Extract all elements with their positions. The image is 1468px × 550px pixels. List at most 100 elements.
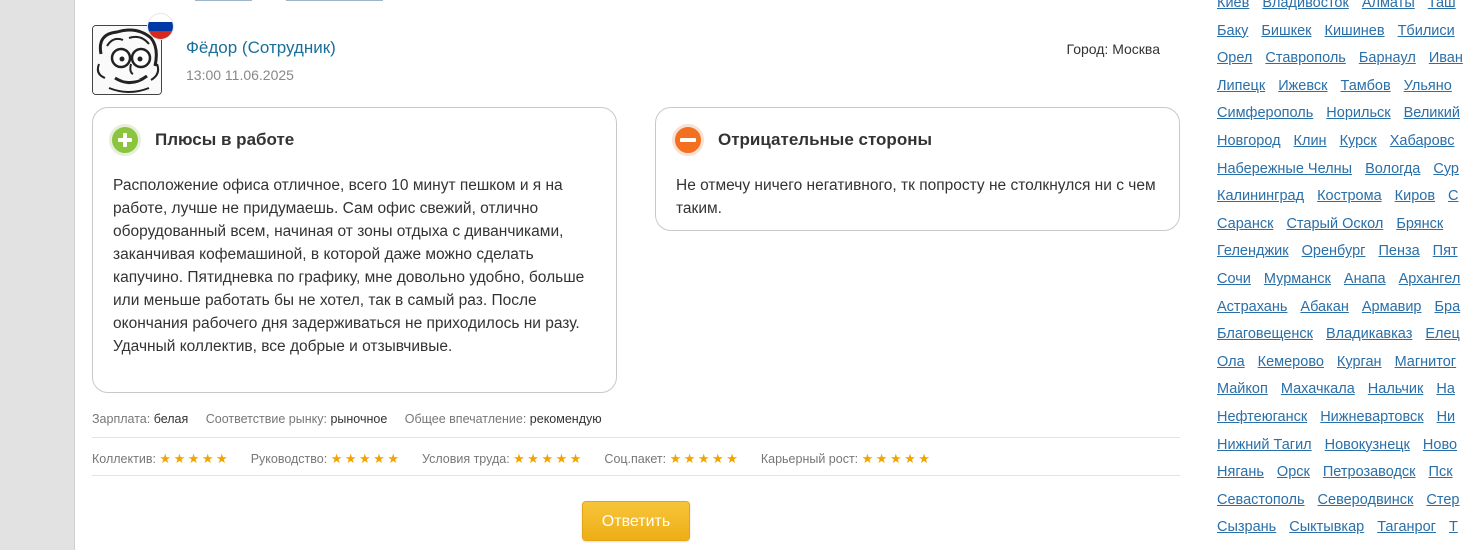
- city-link[interactable]: Сызрань: [1217, 519, 1276, 535]
- city-link[interactable]: На: [1436, 381, 1455, 397]
- city-link[interactable]: Ижевск: [1278, 78, 1327, 94]
- city-link[interactable]: Нальчик: [1368, 381, 1424, 397]
- city-row: Нижний Тагил Новокузнецк Ново: [1217, 437, 1468, 453]
- city-link[interactable]: Бра: [1435, 299, 1461, 315]
- city-links-list: Киев Владивосток Алматы Таш Баку Бишкек Кишине…: [1217, 0, 1468, 550]
- city-link[interactable]: Курск: [1340, 133, 1377, 149]
- city-link[interactable]: Ульяно: [1404, 78, 1452, 94]
- city-link[interactable]: Ни: [1437, 409, 1456, 425]
- city-link[interactable]: Кемерово: [1258, 354, 1324, 370]
- city-link[interactable]: Оренбург: [1302, 243, 1366, 259]
- city-link[interactable]: Сочи: [1217, 271, 1251, 287]
- city-row: Нягань Орск Петрозаводск Пск: [1217, 464, 1466, 480]
- city-row: Севастополь Северодвинск Стер: [1217, 492, 1468, 508]
- city-link[interactable]: Нягань: [1217, 464, 1264, 480]
- city-link[interactable]: Курган: [1337, 354, 1382, 370]
- city-link[interactable]: Кишинев: [1325, 23, 1385, 39]
- city-row: Орел Ставрополь Барнаул Иван: [1217, 50, 1468, 66]
- city-row: Саранск Старый Оскол Брянск: [1217, 216, 1456, 232]
- city-link[interactable]: Т: [1449, 519, 1458, 535]
- left-page-gutter: [0, 0, 75, 550]
- city-link[interactable]: Симферополь: [1217, 105, 1313, 121]
- review-card: Фёдор (Сотрудник) 13:00 11.06.2025 Город…: [74, 0, 1200, 550]
- city-link[interactable]: Астрахань: [1217, 299, 1287, 315]
- city-link[interactable]: Нижневартовск: [1320, 409, 1423, 425]
- russia-flag-icon: [147, 13, 174, 40]
- city-link[interactable]: Хабаровс: [1390, 133, 1455, 149]
- city-link[interactable]: Майкоп: [1217, 381, 1268, 397]
- city-link[interactable]: Вологда: [1365, 161, 1420, 177]
- city-link[interactable]: Нефтеюганск: [1217, 409, 1307, 425]
- city-link[interactable]: Великий: [1404, 105, 1460, 121]
- city-link[interactable]: Геленджик: [1217, 243, 1289, 259]
- city-link[interactable]: Анапа: [1344, 271, 1386, 287]
- city-link[interactable]: Липецк: [1217, 78, 1265, 94]
- city-link[interactable]: Орск: [1277, 464, 1310, 480]
- city-link[interactable]: Тбилиси: [1398, 23, 1455, 39]
- city-link[interactable]: Иван: [1429, 50, 1463, 66]
- city-link[interactable]: Кострома: [1317, 188, 1382, 204]
- salary-label: Зарплата:: [92, 412, 151, 426]
- city-link[interactable]: Таганрог: [1377, 519, 1436, 535]
- city-link[interactable]: Калининград: [1217, 188, 1304, 204]
- city-link[interactable]: Брянск: [1396, 216, 1443, 232]
- city-link[interactable]: Сыктывкар: [1289, 519, 1364, 535]
- city-link[interactable]: Сур: [1433, 161, 1459, 177]
- city-link[interactable]: Таш: [1428, 0, 1456, 11]
- divider: [92, 475, 1180, 476]
- city-link[interactable]: Баку: [1217, 23, 1248, 39]
- city-link[interactable]: Северодвинск: [1318, 492, 1414, 508]
- city-link[interactable]: Орел: [1217, 50, 1252, 66]
- city-link[interactable]: Ола: [1217, 354, 1245, 370]
- star-rating-icon: ★★★★★: [330, 451, 402, 466]
- city-link[interactable]: Абакан: [1300, 299, 1348, 315]
- city-link[interactable]: Пск: [1429, 464, 1453, 480]
- city-link[interactable]: Киров: [1395, 188, 1435, 204]
- city-link[interactable]: Ново: [1423, 437, 1457, 453]
- city-link[interactable]: Владикавказ: [1326, 326, 1412, 342]
- city-link[interactable]: Пенза: [1378, 243, 1419, 259]
- city-link[interactable]: С: [1448, 188, 1458, 204]
- city-link[interactable]: Норильск: [1326, 105, 1390, 121]
- rating-career: Карьерный рост: ★★★★★: [761, 451, 933, 467]
- city-link[interactable]: Севастополь: [1217, 492, 1305, 508]
- city-link[interactable]: Тамбов: [1341, 78, 1391, 94]
- city-link[interactable]: Новокузнецк: [1325, 437, 1410, 453]
- city-link[interactable]: Набережные Челны: [1217, 161, 1352, 177]
- author-name[interactable]: Фёдор (Сотрудник): [186, 38, 336, 58]
- city-link[interactable]: Клин: [1294, 133, 1327, 149]
- rating-social: Соц.пакет: ★★★★★: [604, 451, 740, 467]
- city-link[interactable]: Владивосток: [1262, 0, 1349, 11]
- city-link[interactable]: Нижний Тагил: [1217, 437, 1312, 453]
- city-link[interactable]: Алматы: [1362, 0, 1415, 11]
- divider: [92, 437, 1180, 438]
- city-link[interactable]: Мурманск: [1264, 271, 1331, 287]
- city-row: Астрахань Абакан Армавир Бра: [1217, 299, 1468, 315]
- city-link[interactable]: Магнитог: [1395, 354, 1457, 370]
- market-label: Соответствие рынку:: [205, 412, 327, 426]
- reply-button[interactable]: Ответить: [582, 501, 690, 541]
- minus-circle-icon: [672, 124, 704, 156]
- city-row: Липецк Ижевск Тамбов Ульяно: [1217, 78, 1465, 94]
- city-link[interactable]: Махачкала: [1281, 381, 1355, 397]
- city-row: Майкоп Махачкала Нальчик На: [1217, 381, 1468, 397]
- city-link[interactable]: Саранск: [1217, 216, 1273, 232]
- city-link[interactable]: Ставрополь: [1265, 50, 1345, 66]
- city-row: Геленджик Оренбург Пенза Пят: [1217, 243, 1468, 259]
- city-link[interactable]: Стер: [1426, 492, 1459, 508]
- city-link[interactable]: Бишкек: [1261, 23, 1311, 39]
- city-link[interactable]: Елец: [1425, 326, 1460, 342]
- city-row: Сызрань Сыктывкар Таганрог Т: [1217, 519, 1468, 535]
- city-link[interactable]: Старый Оскол: [1286, 216, 1383, 232]
- city-link[interactable]: Армавир: [1362, 299, 1422, 315]
- city-link[interactable]: Киев: [1217, 0, 1249, 11]
- city-link[interactable]: Архангел: [1399, 271, 1461, 287]
- city-link[interactable]: Петрозаводск: [1323, 464, 1416, 480]
- city-link[interactable]: Новгород: [1217, 133, 1281, 149]
- cons-title: Отрицательные стороны: [718, 130, 932, 149]
- city-link[interactable]: Пят: [1433, 243, 1458, 259]
- city-link[interactable]: Благовещенск: [1217, 326, 1313, 342]
- city-row: Благовещенск Владикавказ Елец: [1217, 326, 1468, 342]
- plus-circle-icon: [109, 124, 141, 156]
- city-link[interactable]: Барнаул: [1359, 50, 1416, 66]
